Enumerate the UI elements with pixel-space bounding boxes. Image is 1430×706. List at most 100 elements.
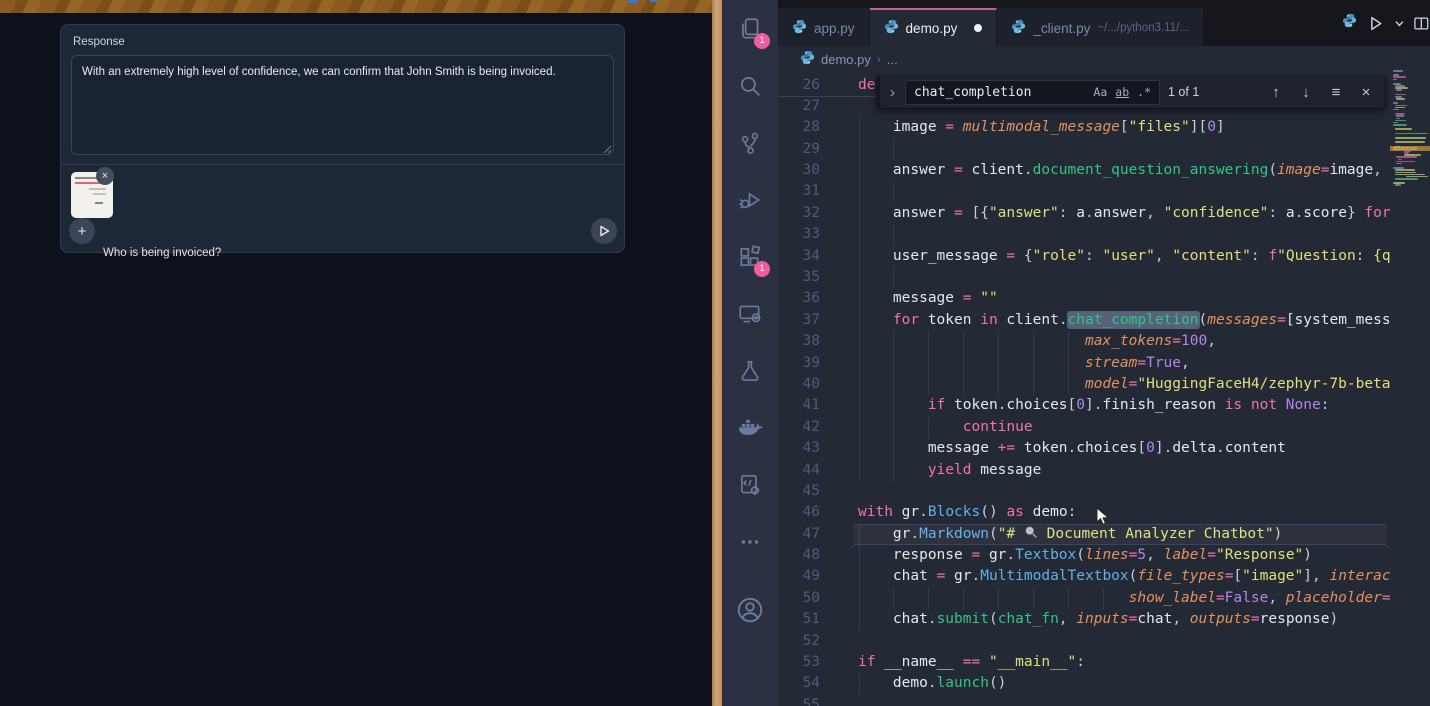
code-line[interactable]: 38max_tokens=100, <box>778 331 1390 352</box>
activity-item-task-config[interactable] <box>722 456 778 513</box>
line-number: 40 <box>778 374 832 395</box>
find-in-selection-button[interactable]: ≡ <box>1325 84 1347 101</box>
find-next-button[interactable]: ↓ <box>1295 84 1317 101</box>
find-previous-button[interactable]: ↑ <box>1265 84 1287 101</box>
textarea-resize-handle[interactable] <box>602 144 612 154</box>
code-line[interactable]: 51chat.submit(chat_fn, inputs=chat, outp… <box>778 609 1390 630</box>
tab-demo.py[interactable]: demo.py <box>870 8 998 46</box>
match-case-toggle[interactable]: Aa <box>1089 84 1111 100</box>
minimap[interactable] <box>1390 46 1430 706</box>
find-input-container: Aa ab .* <box>905 80 1160 105</box>
code-line[interactable]: 53if __name__ == "__main__": <box>778 652 1390 673</box>
code-line[interactable]: 55 <box>778 695 1390 706</box>
split-editor-button[interactable] <box>1413 15 1430 32</box>
search-match: chat_completion <box>1068 312 1199 328</box>
activity-item-remote-preview[interactable] <box>722 285 778 342</box>
python-icon <box>800 50 815 68</box>
code-line[interactable]: 41if token.choices[0].finish_reason is n… <box>778 395 1390 416</box>
line-number: 47 <box>778 524 832 545</box>
activity-item-account[interactable] <box>722 570 778 627</box>
code-editor[interactable]: 26def chat_fn(multimodal_message):2728im… <box>778 72 1390 706</box>
task-config-icon <box>737 472 763 498</box>
remote-preview-icon <box>737 301 763 327</box>
activity-item-more[interactable] <box>722 513 778 570</box>
code-line[interactable]: 39stream=True, <box>778 353 1390 374</box>
add-file-button[interactable]: + <box>69 218 95 244</box>
line-number: 43 <box>778 438 832 459</box>
test-beaker-icon <box>737 358 763 384</box>
run-debug-icon <box>737 187 763 213</box>
activity-item-run-debug[interactable] <box>722 171 778 228</box>
python-icon <box>1342 13 1357 33</box>
code-line[interactable]: 47gr.Markdown("# Document Analyzer Chatb… <box>778 524 1390 545</box>
attachment-remove-button[interactable]: × <box>96 167 114 185</box>
code-line[interactable]: 36message = "" <box>778 288 1390 309</box>
activity-item-search[interactable] <box>722 57 778 114</box>
code-line[interactable]: 49chat = gr.MultimodalTextbox(file_types… <box>778 566 1390 587</box>
breadcrumb-file[interactable]: demo.py <box>821 52 871 67</box>
line-number: 30 <box>778 160 832 181</box>
whole-word-toggle[interactable]: ab <box>1111 84 1133 100</box>
code-line[interactable]: 32answer = [{"answer": a.answer, "confid… <box>778 203 1390 224</box>
activity-item-test-beaker[interactable] <box>722 342 778 399</box>
code-line[interactable]: 28image = multimodal_message["files"][0] <box>778 117 1390 138</box>
line-number: 51 <box>778 609 832 630</box>
line-number: 45 <box>778 481 832 502</box>
line-number: 54 <box>778 673 832 694</box>
activity-item-docker[interactable] <box>722 399 778 456</box>
code-line[interactable]: 31 <box>778 181 1390 202</box>
code-line[interactable]: 44yield message <box>778 460 1390 481</box>
chevron-down-icon[interactable] <box>1394 18 1405 29</box>
breadcrumb[interactable]: demo.py › ... <box>778 46 1430 72</box>
code-line[interactable]: 30answer = client.document_question_answ… <box>778 160 1390 181</box>
run-button[interactable] <box>1366 14 1385 33</box>
code-line[interactable]: 34user_message = {"role": "user", "conte… <box>778 246 1390 267</box>
find-close-button[interactable]: × <box>1355 84 1377 101</box>
code-line[interactable]: 46with gr.Blocks() as demo: <box>778 502 1390 523</box>
code-line[interactable]: 54demo.launch() <box>778 673 1390 694</box>
regex-toggle[interactable]: .* <box>1133 84 1155 100</box>
code-line[interactable]: 52 <box>778 631 1390 652</box>
line-number: 36 <box>778 288 832 309</box>
tab-app.py[interactable]: app.py <box>778 8 870 46</box>
editor-actions <box>1340 0 1430 46</box>
find-input[interactable] <box>914 85 1089 100</box>
find-results-count: 1 of 1 <box>1168 85 1199 99</box>
docker-icon <box>736 414 764 442</box>
send-button[interactable] <box>591 218 617 244</box>
breadcrumb-symbol[interactable]: ... <box>887 52 898 67</box>
tab-label: demo.py <box>906 21 958 36</box>
line-number: 41 <box>778 395 832 416</box>
response-textarea[interactable]: With an extremely high level of confiden… <box>71 55 614 155</box>
dirty-indicator[interactable] <box>974 24 982 32</box>
code-line[interactable]: 43message += token.choices[0].delta.cont… <box>778 438 1390 459</box>
more-icon <box>737 529 763 555</box>
code-line[interactable]: 35 <box>778 267 1390 288</box>
activity-item-source-control[interactable] <box>722 114 778 171</box>
code-line[interactable]: 48response = gr.Textbox(lines=5, label="… <box>778 545 1390 566</box>
python-icon <box>1011 19 1026 37</box>
code-line[interactable]: 40model="HuggingFaceH4/zephyr-7b-beta"): <box>778 374 1390 395</box>
line-number: 27 <box>778 96 832 117</box>
line-number: 55 <box>778 695 832 706</box>
line-number: 33 <box>778 224 832 245</box>
magnifier-icon <box>1024 526 1038 542</box>
line-number: 48 <box>778 545 832 566</box>
code-line[interactable]: 29 <box>778 139 1390 160</box>
code-line[interactable]: 42continue <box>778 417 1390 438</box>
line-number: 50 <box>778 588 832 609</box>
response-panel: Response With an extremely high level of… <box>60 24 625 253</box>
code-line[interactable]: 45 <box>778 481 1390 502</box>
activity-item-files[interactable]: 1 <box>722 0 778 57</box>
code-line[interactable]: 33 <box>778 224 1390 245</box>
panel-divider <box>61 164 624 165</box>
chat-input-placeholder[interactable]: Who is being invoiced? <box>103 247 221 259</box>
tab-description: ~/.../python3.11/... <box>1097 22 1189 34</box>
tab-_client.py[interactable]: _client.py~/.../python3.11/... <box>997 8 1204 46</box>
desktop-wallpaper-strip <box>712 0 722 706</box>
line-number: 26 <box>778 75 832 96</box>
code-line[interactable]: 37for token in client.chat_completion(me… <box>778 310 1390 331</box>
activity-item-extensions[interactable]: 1 <box>722 228 778 285</box>
code-line[interactable]: 50show_label=False, placeholder="Upload … <box>778 588 1390 609</box>
find-expand-chevron-icon[interactable]: › <box>888 84 897 101</box>
